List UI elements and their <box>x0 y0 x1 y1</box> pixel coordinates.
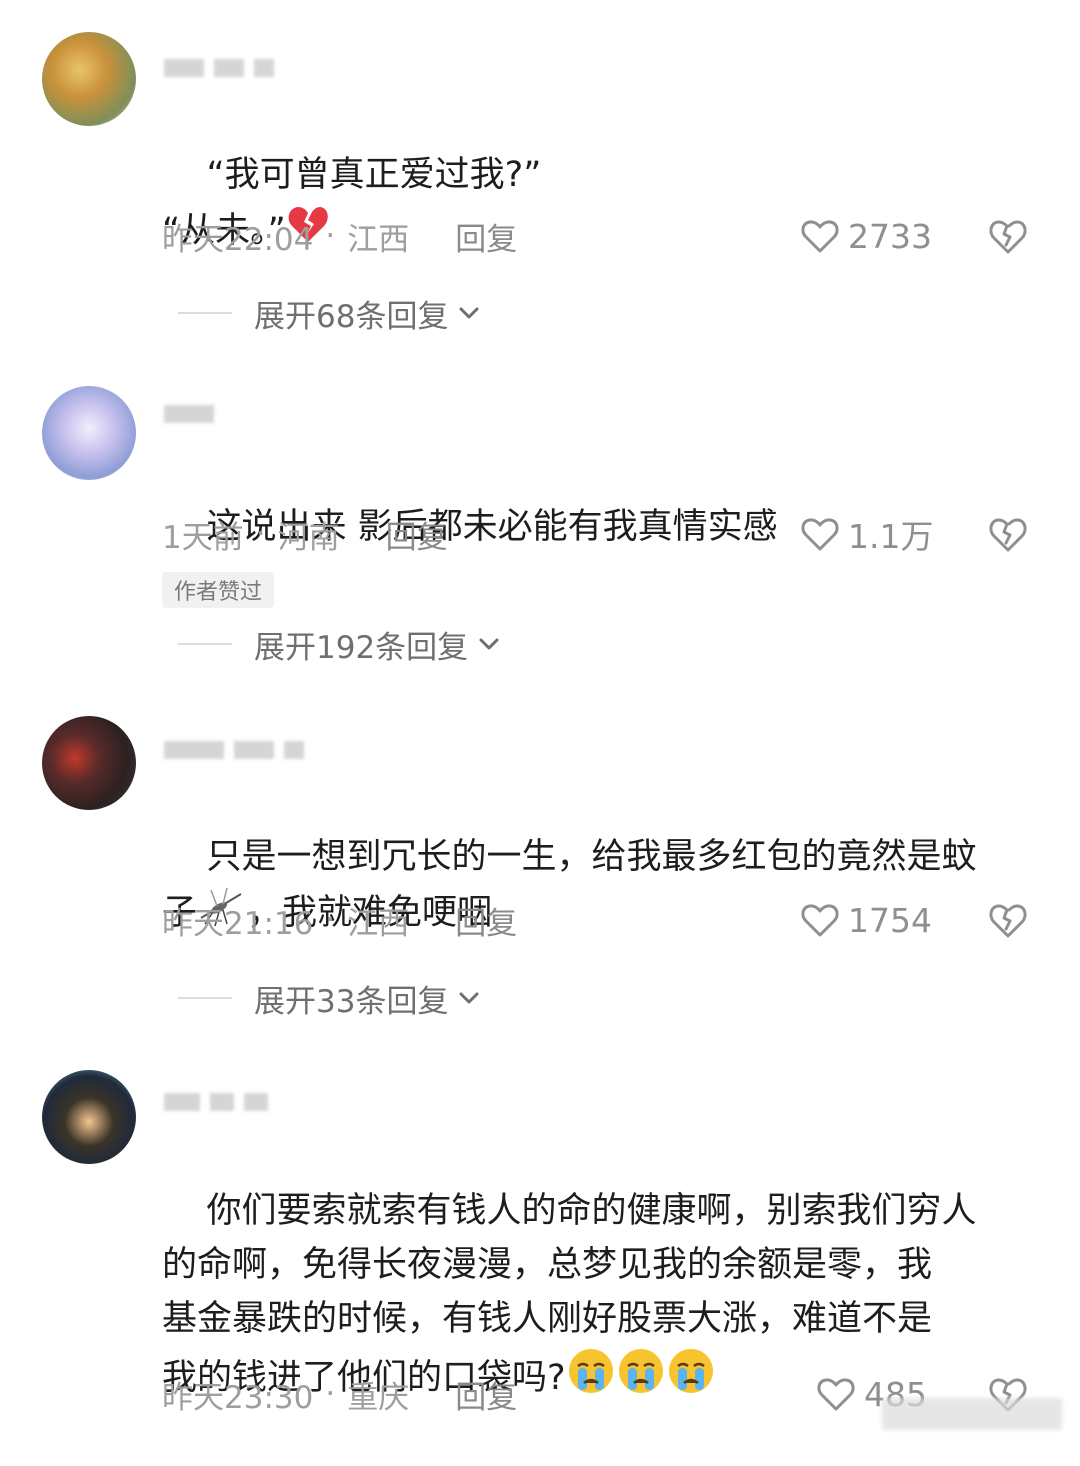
comment-time: 昨天21:16 <box>162 905 314 942</box>
comment-text: 只是一想到冗长的一生，给我最多红包的竟然是蚊 子，我就难免哽咽 <box>162 776 1042 998</box>
chevron-down-icon <box>459 992 479 1004</box>
heart-outline-icon <box>801 518 839 551</box>
comment-meta: 昨天21:16 · 江西 回复 <box>162 898 517 942</box>
dislike-button[interactable] <box>986 898 1030 942</box>
comment-meta: 昨天22:04 · 江西 回复 <box>162 214 517 258</box>
like-button[interactable]: 1754 <box>800 898 932 942</box>
broken-heart-dislike-icon <box>989 518 1027 552</box>
broken-heart-dislike-icon <box>989 904 1027 938</box>
heart-outline-icon <box>817 1378 855 1411</box>
expand-replies[interactable]: 展开192条回复 <box>178 622 504 666</box>
reply-button[interactable]: 回复 <box>455 1372 517 1417</box>
like-button[interactable]: 2733 <box>800 214 932 258</box>
watermark <box>882 1398 1062 1430</box>
comment-time: 1天前 <box>162 519 244 556</box>
crying-face-emoji <box>616 1346 666 1412</box>
reply-button[interactable]: 回复 <box>386 512 448 557</box>
dislike-button[interactable] <box>986 214 1030 258</box>
user-avatar[interactable] <box>42 386 136 480</box>
chevron-down-icon <box>479 638 499 650</box>
crying-face-emoji <box>666 1346 716 1412</box>
reply-button[interactable]: 回复 <box>455 898 517 943</box>
expand-replies[interactable]: 展开33条回复 <box>178 976 484 1020</box>
expand-replies[interactable]: 展开68条回复 <box>178 291 484 335</box>
user-avatar[interactable] <box>42 716 136 810</box>
comment-location: 河南 <box>277 519 340 556</box>
dislike-button[interactable] <box>986 512 1030 556</box>
username-blurred[interactable] <box>164 1088 268 1116</box>
comment-text: “我可曾真正爱过我?” “从未。” <box>162 94 1042 316</box>
comment-time: 昨天23:30 <box>162 1379 314 1416</box>
crying-face-emoji-group <box>566 1349 716 1398</box>
comment-time: 昨天22:04 <box>162 221 314 258</box>
like-count: 1.1万 <box>848 517 934 556</box>
comment-location: 江西 <box>347 905 410 942</box>
heart-outline-icon <box>801 904 839 937</box>
username-blurred[interactable] <box>164 736 304 764</box>
comment-location: 重庆 <box>347 1379 410 1416</box>
comment-meta: 昨天23:30 · 重庆 回复 <box>162 1372 517 1416</box>
like-button[interactable]: 1.1万 <box>800 512 933 556</box>
username-blurred[interactable] <box>164 400 214 428</box>
reply-button[interactable]: 回复 <box>455 214 517 259</box>
user-avatar[interactable] <box>42 1070 136 1164</box>
user-avatar[interactable] <box>42 32 136 126</box>
chevron-down-icon <box>459 307 479 319</box>
broken-heart-dislike-icon <box>989 220 1027 254</box>
like-count: 2733 <box>848 216 932 256</box>
author-liked-badge: 作者赞过 <box>162 572 275 608</box>
crying-face-emoji <box>566 1346 616 1412</box>
username-blurred[interactable] <box>164 54 274 82</box>
comment-location: 江西 <box>347 221 410 258</box>
like-count: 1754 <box>848 900 932 940</box>
heart-outline-icon <box>801 220 839 253</box>
comment-meta: 1天前 · 河南 回复 <box>162 512 448 556</box>
